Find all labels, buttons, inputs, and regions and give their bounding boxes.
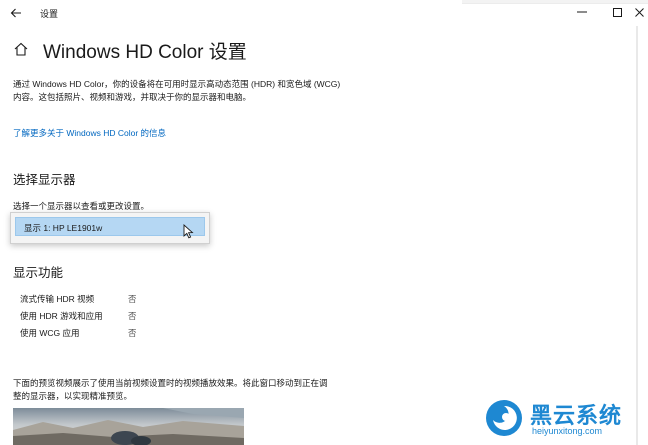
preview-description: 下面的预览视频展示了使用当前视频设置时的视频播放效果。将此窗口移动到正在调整的显…	[13, 378, 328, 401]
minimize-button[interactable]	[567, 2, 597, 22]
maximize-button[interactable]	[602, 2, 632, 22]
watermark-url: heiyunxitong.com	[532, 426, 603, 436]
preview-video-image	[13, 408, 244, 445]
scrollbar-track[interactable]	[636, 26, 638, 445]
watermark: 黑云系统 heiyunxitong.com	[484, 396, 648, 445]
home-icon[interactable]	[13, 41, 29, 57]
choose-display-label: 选择一个显示器以查看或更改设置。	[13, 201, 150, 211]
settings-window: 设置 Windows HD Color 设置 通过 Windows HD Col…	[0, 0, 648, 445]
page-description: 通过 Windows HD Color，你的设备将在可用时显示高动态范围 (HD…	[13, 79, 341, 102]
maximize-icon	[612, 7, 622, 17]
back-arrow-icon	[10, 8, 21, 18]
window-title: 设置	[40, 9, 59, 19]
close-icon	[634, 7, 644, 17]
mouse-cursor-icon	[183, 224, 194, 239]
title-bar: 设置	[0, 0, 648, 26]
feature-value-hdr-games: 否	[128, 311, 137, 321]
display-option-label: 显示 1: HP LE1901w	[24, 223, 103, 233]
preview-video[interactable]	[13, 408, 244, 445]
feature-label-wcg-apps: 使用 WCG 应用	[20, 328, 80, 338]
display-features-heading: 显示功能	[13, 266, 64, 280]
choose-display-heading: 选择显示器	[13, 173, 76, 187]
page-title: Windows HD Color 设置	[43, 42, 247, 63]
learn-more-link[interactable]: 了解更多关于 Windows HD Color 的信息	[13, 127, 166, 139]
display-option-1[interactable]: 显示 1: HP LE1901w	[15, 217, 205, 236]
watermark-logo-icon	[486, 400, 522, 436]
display-dropdown-list: 显示 1: HP LE1901w	[10, 212, 210, 244]
feature-value-hdr-video: 否	[128, 294, 137, 304]
back-button[interactable]	[6, 3, 26, 23]
feature-label-hdr-games: 使用 HDR 游戏和应用	[20, 311, 103, 321]
close-button[interactable]	[630, 2, 648, 22]
feature-value-wcg-apps: 否	[128, 328, 137, 338]
feature-label-hdr-video: 流式传输 HDR 视频	[20, 294, 95, 304]
minimize-icon	[577, 11, 587, 13]
